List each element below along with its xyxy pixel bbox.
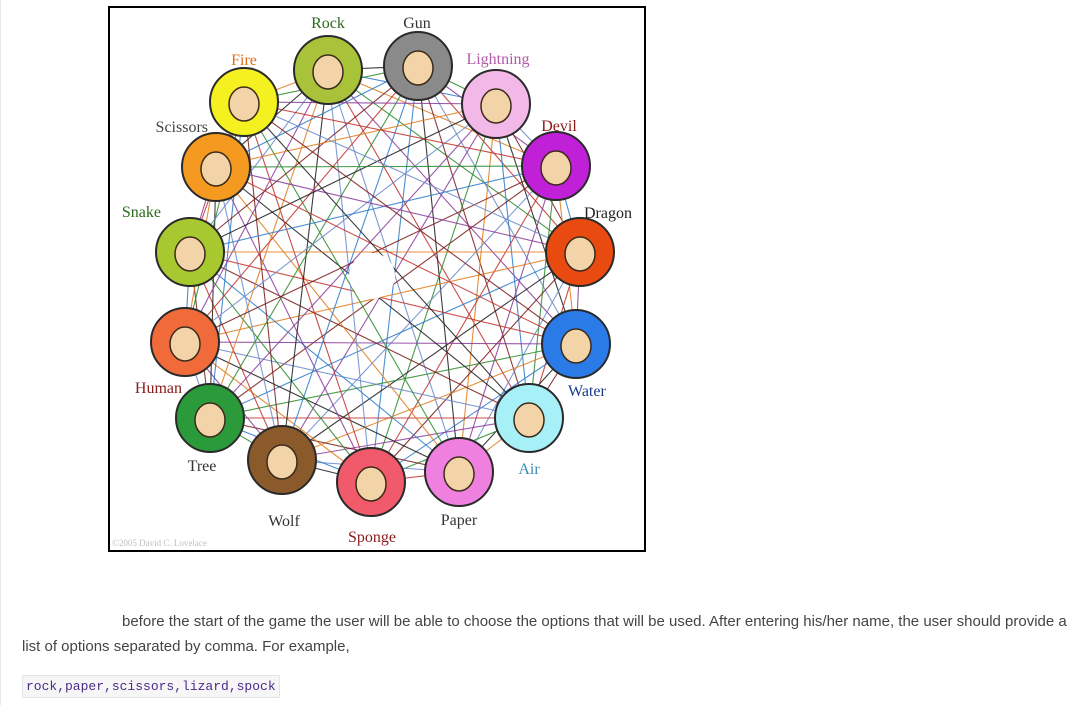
hand-icon bbox=[169, 326, 201, 362]
node-label: Fire bbox=[231, 52, 257, 69]
left-border bbox=[0, 0, 1, 705]
beats-line bbox=[243, 101, 497, 105]
beats-line bbox=[215, 165, 557, 168]
hand-icon bbox=[312, 54, 344, 90]
node-label: Scissors bbox=[156, 119, 208, 136]
beats-line bbox=[281, 417, 530, 461]
beats-line bbox=[184, 341, 577, 345]
hand-icon bbox=[564, 236, 596, 272]
node-label: Dragon bbox=[584, 205, 632, 222]
beats-line bbox=[327, 69, 577, 345]
hand-icon bbox=[228, 86, 260, 122]
node-label: Water bbox=[568, 383, 606, 400]
node-label: Gun bbox=[403, 15, 431, 32]
hand-icon bbox=[402, 50, 434, 86]
hand-icon bbox=[174, 236, 206, 272]
hand-icon bbox=[355, 466, 387, 502]
beats-line bbox=[281, 69, 329, 461]
example-code: rock,paper,scissors,lizard,spock bbox=[22, 675, 280, 698]
node-label: Devil bbox=[541, 118, 577, 135]
hand-icon bbox=[540, 150, 572, 186]
hand-icon bbox=[443, 456, 475, 492]
node-label: Human bbox=[135, 380, 182, 397]
hand-icon bbox=[200, 151, 232, 187]
node-label: Tree bbox=[188, 458, 217, 475]
node-label: Lightning bbox=[466, 51, 529, 68]
node-label: Paper bbox=[441, 512, 478, 529]
node-label: Sponge bbox=[348, 529, 396, 546]
hand-icon bbox=[194, 402, 226, 438]
instruction-paragraph: before the start of the game the user wi… bbox=[22, 613, 1067, 655]
copyright-watermark: ©2005 David C. Lovelace bbox=[112, 538, 207, 548]
node-label: Wolf bbox=[268, 513, 300, 530]
node-label: Snake bbox=[122, 204, 161, 221]
hand-icon bbox=[480, 88, 512, 124]
hand-icon bbox=[560, 328, 592, 364]
hand-icon bbox=[266, 444, 298, 480]
diagram-canvas: Rock Gun Lightning Devil Dragon Water Air Paper… bbox=[122, 15, 632, 546]
beats-line bbox=[243, 101, 372, 483]
rpsls-diagram: Rock Gun Lightning Devil Dragon Water Air Paper… bbox=[108, 6, 646, 552]
hand-icon bbox=[513, 402, 545, 438]
node-label: Air bbox=[518, 461, 540, 478]
center-hole bbox=[349, 253, 395, 299]
node-label: Rock bbox=[311, 15, 345, 32]
